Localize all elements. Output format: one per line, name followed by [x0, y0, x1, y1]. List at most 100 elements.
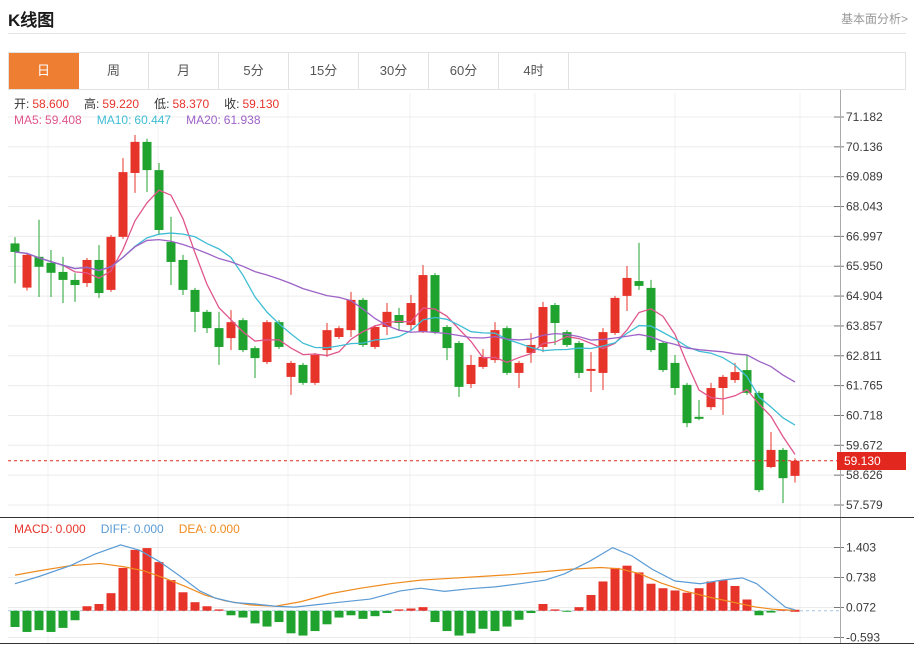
candle-body [335, 328, 344, 337]
candle-body [203, 312, 212, 328]
macd-bar [623, 566, 632, 611]
macd-bar [59, 611, 68, 628]
macd-bar [47, 611, 56, 632]
macd-bar [95, 604, 104, 611]
candle-body [215, 328, 224, 347]
macd-legend: MACD:0.000DIFF:0.000DEA:0.000 [14, 522, 255, 536]
macd-bar [539, 604, 548, 611]
candle-body [719, 377, 728, 388]
macd-bar [275, 611, 284, 622]
candle-body [179, 260, 188, 290]
macd-bar [227, 611, 236, 616]
header-divider [8, 33, 906, 34]
y-axis-label: 65.950 [846, 259, 883, 273]
candle-body [263, 322, 272, 362]
macd-bar [155, 562, 164, 611]
macd-bar [371, 611, 380, 616]
candle-body [287, 363, 296, 377]
macd-bar [107, 593, 116, 611]
macd-bar [671, 590, 680, 610]
candle-body [779, 450, 788, 478]
y-axis-label: 64.904 [846, 289, 883, 303]
tab-5min[interactable]: 5分 [219, 53, 289, 89]
macd-bar [383, 611, 392, 613]
current-price-badge: 59.130 [837, 452, 906, 470]
ma-row-ma10: MA10:60.447 [97, 113, 174, 127]
y-axis-label: 60.718 [846, 408, 883, 422]
macd-axis-label: -0.593 [846, 631, 880, 645]
macd-bar [299, 611, 308, 636]
macd-bar [311, 611, 320, 631]
y-axis-label: 57.579 [846, 498, 883, 512]
macd-bar [599, 581, 608, 610]
ohlc-row-open: 开:58.600 [14, 97, 72, 111]
y-axis-label: 69.089 [846, 170, 883, 184]
ohlc-row-low: 低:58.370 [154, 97, 212, 111]
candle-body [467, 365, 476, 384]
macd-bar [179, 592, 188, 610]
macd-bar [587, 595, 596, 611]
candle-body [635, 281, 644, 286]
tab-60min[interactable]: 60分 [429, 53, 499, 89]
tab-week[interactable]: 周 [79, 53, 149, 89]
macd-bar [263, 611, 272, 627]
candle-body [683, 385, 692, 423]
macd-bar [755, 611, 764, 616]
macd-bar [359, 611, 368, 619]
macd-bar [719, 580, 728, 611]
current-price-value: 59.130 [844, 454, 881, 468]
candle-body [455, 343, 464, 387]
ohlc-row-high: 高:59.220 [84, 97, 142, 111]
candle-body [155, 170, 164, 230]
candle-body [107, 237, 116, 290]
candle-body [23, 255, 32, 288]
macd-bar [443, 611, 452, 631]
y-axis-label: 63.857 [846, 319, 883, 333]
y-axis-label: 68.043 [846, 200, 883, 214]
macd-bar [143, 548, 152, 611]
macd-bar [323, 611, 332, 625]
ma-row-ma5: MA5:59.408 [14, 113, 85, 127]
tab-30min[interactable]: 30分 [359, 53, 429, 89]
macd-bar [695, 588, 704, 611]
candle-body [611, 298, 620, 333]
tab-month[interactable]: 月 [149, 53, 219, 89]
tab-4hour[interactable]: 4时 [499, 53, 569, 89]
y-axis-label: 70.136 [846, 140, 883, 154]
candle-body [587, 369, 596, 371]
macd-bar [239, 611, 248, 618]
macd-bar [683, 593, 692, 611]
macd-bar [11, 611, 20, 627]
macd-bar [83, 606, 92, 611]
macd-bar [479, 611, 488, 629]
macd-bar [347, 611, 356, 616]
candle-body [131, 142, 140, 173]
candle-body [71, 280, 80, 285]
y-axis-label: 62.811 [846, 349, 882, 363]
macd-axis-label: 0.738 [846, 570, 876, 584]
macd-bar [467, 611, 476, 634]
macd-bar [563, 611, 572, 612]
candle-body [671, 363, 680, 388]
macd-bar [71, 611, 80, 620]
macd-bar [203, 606, 212, 611]
macd-row-macd: MACD:0.000 [14, 522, 89, 536]
candle-body [791, 461, 800, 476]
tab-15min[interactable]: 15分 [289, 53, 359, 89]
ma5-line [15, 190, 795, 454]
candle-body [383, 312, 392, 327]
macd-bar [419, 607, 428, 611]
candle-body [539, 307, 548, 347]
macd-bar [455, 611, 464, 636]
macd-bar [251, 611, 260, 624]
macd-bar [407, 609, 416, 611]
macd-axis-label: 0.072 [846, 601, 876, 615]
candle-body [659, 343, 668, 370]
tab-day[interactable]: 日 [9, 53, 79, 89]
macd-bar [35, 611, 44, 630]
ohlc-row-close: 收:59.130 [224, 97, 282, 111]
candle-body [731, 372, 740, 380]
fundamental-analysis-link[interactable]: 基本面分析> [841, 10, 908, 27]
candle-body [599, 332, 608, 373]
macd-bar [215, 609, 224, 610]
